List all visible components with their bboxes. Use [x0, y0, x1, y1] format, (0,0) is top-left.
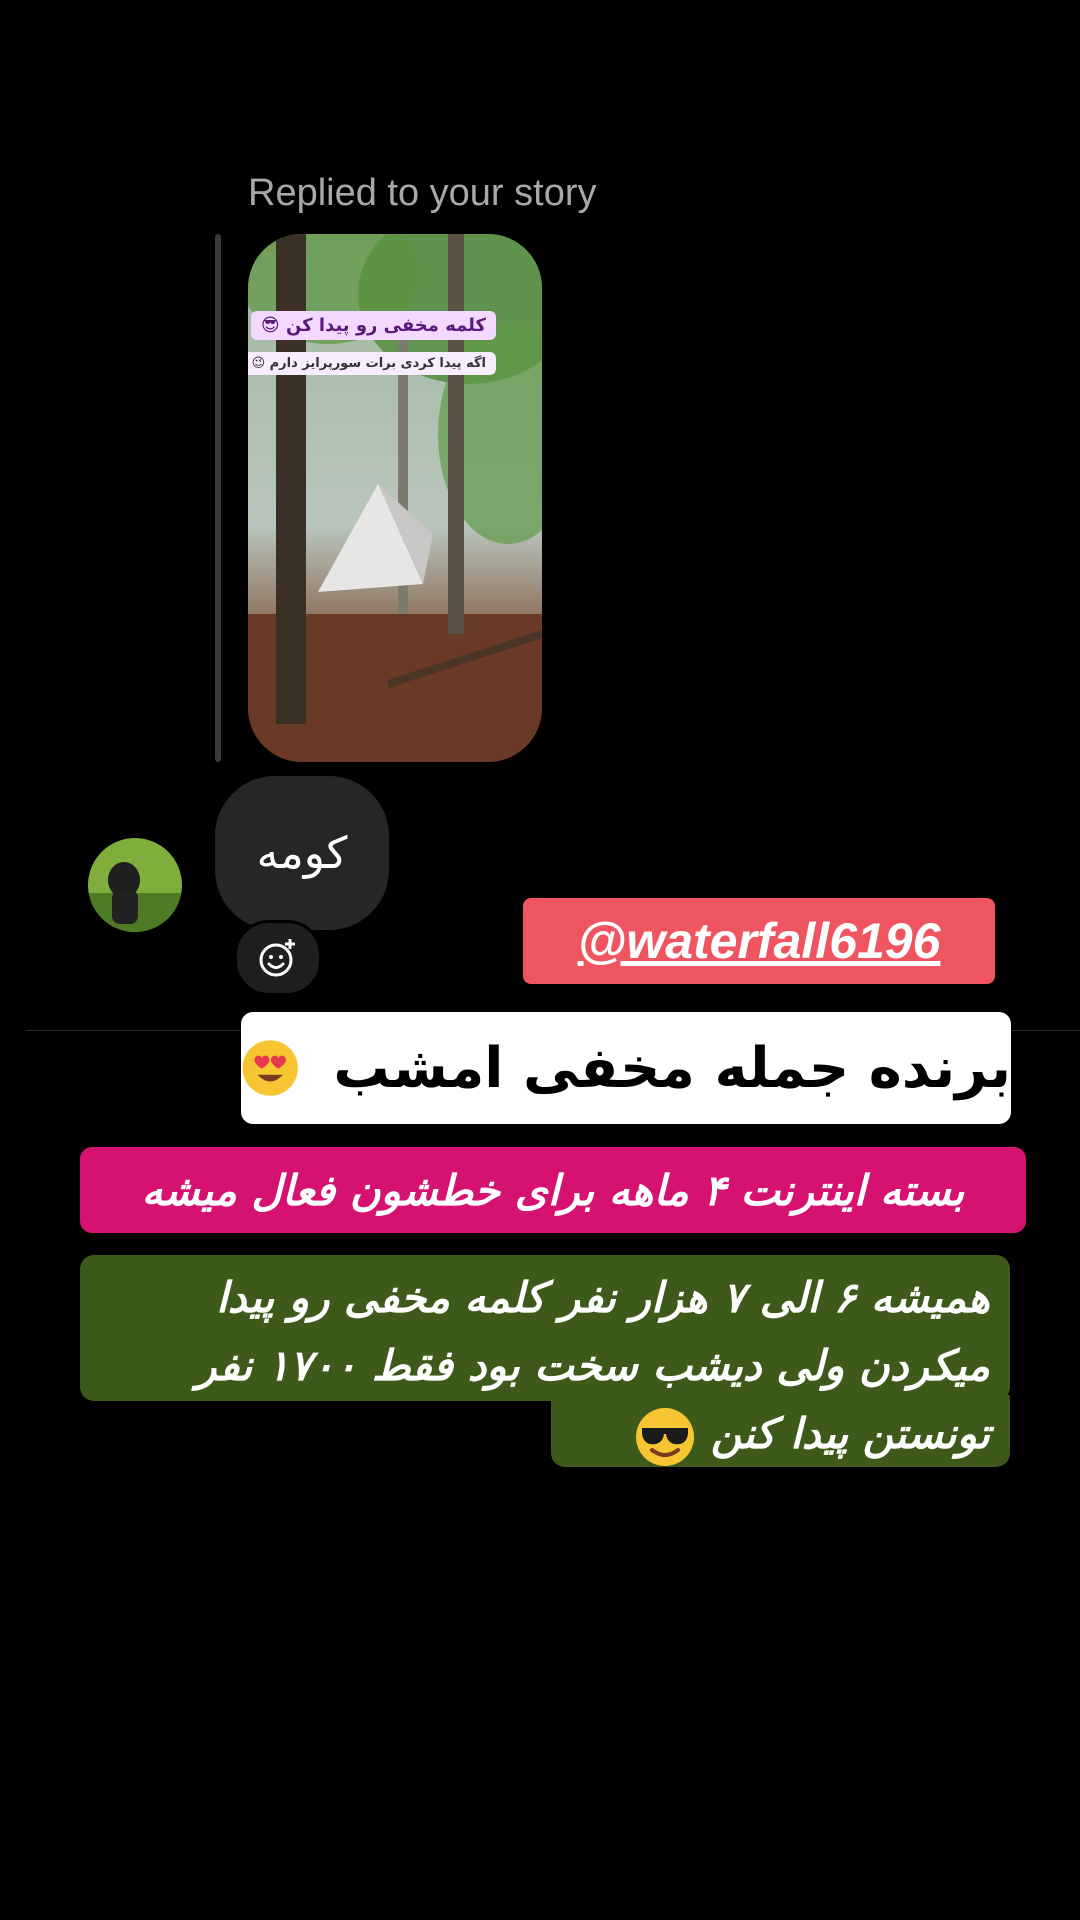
story-caption-subtitle: اگه پیدا کردی برات سورپرایز دارم 😉	[248, 352, 496, 375]
mention-sticker[interactable]: @waterfall6196	[523, 898, 995, 984]
caption-line-1: همیشه ۶ الی ۷ هزار نفر کلمه مخفی رو پیدا	[216, 1273, 990, 1322]
story-caption-title: کلمه مخفی رو پیدا کن 😎	[250, 311, 496, 340]
replied-to-story-label: Replied to your story	[248, 172, 597, 214]
heart-eyes-emoji-icon	[242, 1040, 298, 1096]
caption-line-2: میکردن ولی دیشب سخت بود فقط ۱۷۰۰ نفر	[196, 1341, 990, 1390]
winner-text: برنده جمله مخفی امشب	[333, 1035, 1011, 1101]
add-reaction-button[interactable]	[234, 920, 322, 996]
message-bubble[interactable]: کومه	[215, 776, 389, 930]
message-text: کومه	[256, 827, 348, 879]
mention-text: @waterfall6196	[577, 913, 941, 969]
sunglasses-emoji-icon	[636, 1407, 695, 1466]
sender-avatar[interactable]	[88, 838, 182, 932]
package-caption: بسته اینترنت ۴ ماهه برای خطشون فعال میشه	[80, 1147, 1026, 1233]
reply-quote-bar	[215, 234, 221, 762]
caption-line-3: تونستن پیدا کنن	[90, 1400, 990, 1468]
caption-line-3-text: تونستن پیدا کنن	[710, 1409, 990, 1458]
story-thumbnail[interactable]: کلمه مخفی رو پیدا کن 😎 اگه پیدا کردی برا…	[248, 234, 542, 762]
add-reaction-icon	[259, 939, 295, 977]
usual-count-caption: همیشه ۶ الی ۷ هزار نفر کلمه مخفی رو پیدا…	[90, 1264, 990, 1468]
package-text: بسته اینترنت ۴ ماهه برای خطشون فعال میشه	[141, 1165, 965, 1215]
avatar-photo	[88, 838, 182, 932]
winner-caption: برنده جمله مخفی امشب	[241, 1012, 1011, 1124]
